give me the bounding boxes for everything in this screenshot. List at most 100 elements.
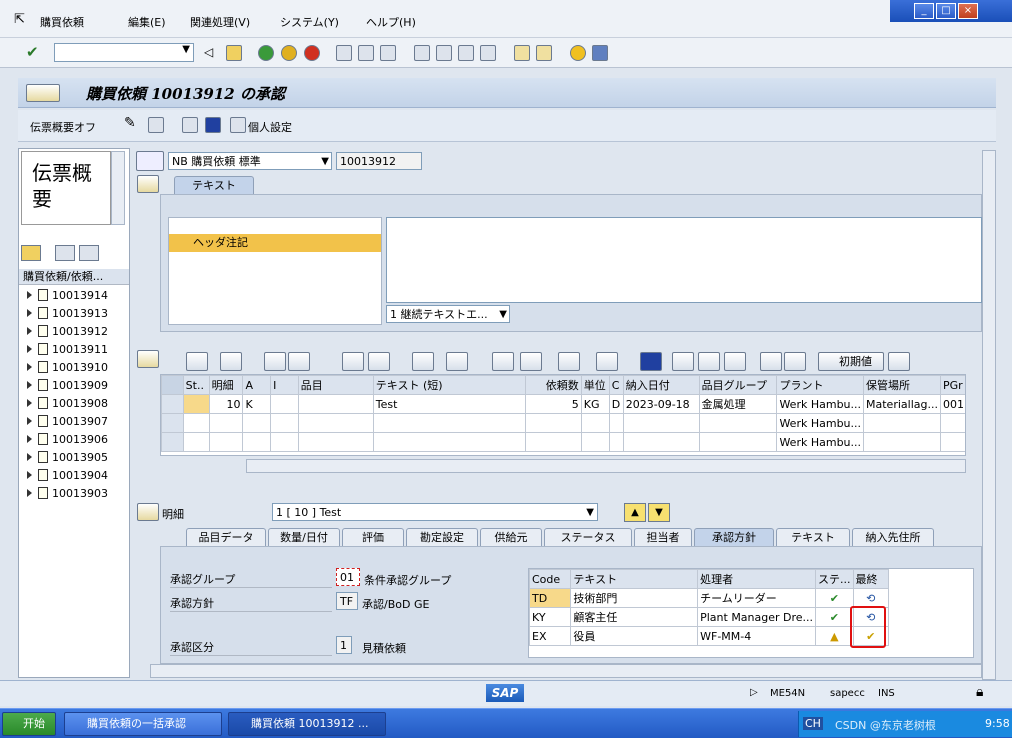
find-grid-icon[interactable] xyxy=(342,352,364,371)
cell-sloc[interactable] xyxy=(863,413,941,433)
cell-date[interactable] xyxy=(622,432,700,452)
status-transaction[interactable]: ME54N xyxy=(770,688,805,699)
col-header[interactable]: 保管場所 xyxy=(863,375,941,395)
tree-item[interactable]: 10013914 xyxy=(27,289,108,302)
sum-icon[interactable] xyxy=(412,352,434,371)
cell-group[interactable] xyxy=(698,413,778,433)
next-item-icon[interactable]: ▼ xyxy=(648,503,670,522)
col-header[interactable]: 品目 xyxy=(297,375,374,395)
menu-system[interactable]: システム(Y) xyxy=(280,14,339,30)
tab-source[interactable]: 供給元 xyxy=(480,528,542,546)
cancel-icon[interactable] xyxy=(304,45,320,61)
copy-row-icon[interactable] xyxy=(672,352,694,371)
cell-code[interactable]: EX xyxy=(528,626,572,646)
header-note-item[interactable]: ヘッダ注記 xyxy=(169,234,381,252)
cell-item[interactable] xyxy=(208,432,244,452)
cell-material[interactable] xyxy=(297,432,374,452)
menu-edit[interactable]: 編集(E) xyxy=(128,14,166,30)
col-header[interactable]: 最終 xyxy=(852,569,890,589)
cell-pgr[interactable]: 001 xyxy=(939,394,965,414)
table-row[interactable]: Werk Hambu... xyxy=(161,432,965,452)
table-row[interactable]: KY 顧客主任 Plant Manager Dre... ✔ ⟲ xyxy=(528,607,890,627)
tree-item[interactable]: 10013910 xyxy=(27,361,108,374)
doc-type-select[interactable]: NB 購買依頼 標準 ▼ xyxy=(168,152,332,170)
row-selector[interactable] xyxy=(161,394,184,414)
table-row[interactable]: 10 K Test 5 KG D 2023-09-18 金属処理 Werk Ha… xyxy=(161,394,965,414)
tab-header-text[interactable]: テキスト xyxy=(174,176,254,194)
col-header[interactable]: テキスト xyxy=(570,569,699,589)
tree-refresh-icon[interactable] xyxy=(79,245,99,261)
menu-related[interactable]: 関連処理(V) xyxy=(190,14,250,30)
cell-text[interactable] xyxy=(372,432,527,452)
delete-icon[interactable] xyxy=(220,352,242,371)
tab-account[interactable]: 勘定設定 xyxy=(406,528,478,546)
first-page-icon[interactable] xyxy=(414,45,430,61)
cart-icon[interactable] xyxy=(136,151,164,171)
save-icon[interactable] xyxy=(226,45,242,61)
tree-item[interactable]: 10013908 xyxy=(27,397,108,410)
cell-status[interactable] xyxy=(182,413,210,433)
tree-item[interactable]: 10013903 xyxy=(27,487,108,500)
continue-text-select[interactable]: 1 継続テキストエ... ▼ xyxy=(386,305,510,323)
col-header[interactable]: PGr xyxy=(939,375,965,395)
cell-group[interactable] xyxy=(698,432,778,452)
tab-delivery-address[interactable]: 納入先住所 xyxy=(852,528,934,546)
tree-item[interactable]: 10013904 xyxy=(27,469,108,482)
tab-valuation[interactable]: 評価 xyxy=(342,528,404,546)
grid-settings-icon[interactable] xyxy=(888,352,910,371)
last-page-icon[interactable] xyxy=(480,45,496,61)
col-header[interactable]: 明細 xyxy=(208,375,244,395)
col-header[interactable]: 処理者 xyxy=(697,569,817,589)
cell-group[interactable]: 金属処理 xyxy=(698,394,778,414)
status-mode[interactable]: INS xyxy=(878,688,895,699)
collapse-items-icon[interactable] xyxy=(137,350,159,368)
cell-c[interactable]: D xyxy=(608,394,624,414)
edit-pencil-icon[interactable]: ✎ xyxy=(124,115,136,131)
row-selector[interactable] xyxy=(161,432,184,452)
col-header[interactable]: C xyxy=(608,375,624,395)
col-header[interactable]: 単位 xyxy=(580,375,610,395)
text-editor[interactable] xyxy=(386,217,982,303)
next-page-icon[interactable] xyxy=(458,45,474,61)
table-row[interactable]: TD 技術部門 チームリーダー ✔ ⟲ xyxy=(528,588,890,608)
org-icon[interactable] xyxy=(698,352,720,371)
cell-sloc[interactable]: Materiallag... xyxy=(863,394,941,414)
cell-pgr[interactable] xyxy=(939,432,965,452)
flag-icon[interactable] xyxy=(760,352,782,371)
taskbar-item-mass-release[interactable]: 購買依頼の一括承認 xyxy=(64,712,222,736)
cell-date[interactable] xyxy=(622,413,700,433)
cell-status[interactable] xyxy=(182,394,210,414)
cell-status[interactable] xyxy=(182,432,210,452)
table-row[interactable]: EX 役員 WF-MM-4 ▲ ✔ xyxy=(528,626,890,646)
cell-plant[interactable]: Werk Hambu... xyxy=(776,394,865,414)
cell-code[interactable]: TD xyxy=(528,588,572,608)
details-icon[interactable] xyxy=(186,352,208,371)
col-header[interactable]: テキスト (短) xyxy=(372,375,527,395)
cell-pgr[interactable] xyxy=(939,413,965,433)
tab-release-strategy[interactable]: 承認方針 xyxy=(694,528,774,546)
user-icon[interactable] xyxy=(182,117,198,133)
cell-acct[interactable] xyxy=(242,432,272,452)
info-icon[interactable] xyxy=(205,117,221,133)
command-field[interactable]: ▼ xyxy=(54,43,194,62)
find-icon[interactable] xyxy=(358,45,374,61)
cell-text[interactable] xyxy=(372,413,527,433)
print-grid-icon[interactable] xyxy=(492,352,514,371)
tree-item[interactable]: 10013905 xyxy=(27,451,108,464)
collapse-detail-icon[interactable] xyxy=(137,503,159,521)
col-header[interactable]: Code xyxy=(528,569,572,589)
detail-horizontal-scrollbar[interactable] xyxy=(150,664,982,678)
col-header[interactable]: ステ... xyxy=(815,569,854,589)
layout-grid-icon[interactable] xyxy=(596,352,618,371)
tab-quantity-date[interactable]: 数量/日付 xyxy=(268,528,340,546)
personal-settings-icon[interactable] xyxy=(230,117,246,133)
grid-horizontal-scrollbar[interactable] xyxy=(246,459,966,473)
status-expand-icon[interactable]: ▷ xyxy=(750,687,758,698)
views-icon[interactable] xyxy=(520,352,542,371)
subtotal-icon[interactable] xyxy=(446,352,468,371)
other-doc-icon[interactable] xyxy=(148,117,164,133)
cell-code[interactable]: KY xyxy=(528,607,572,627)
maximize-button[interactable]: □ xyxy=(936,3,956,19)
menu-help[interactable]: ヘルプ(H) xyxy=(366,14,416,30)
tree-item[interactable]: 10013909 xyxy=(27,379,108,392)
